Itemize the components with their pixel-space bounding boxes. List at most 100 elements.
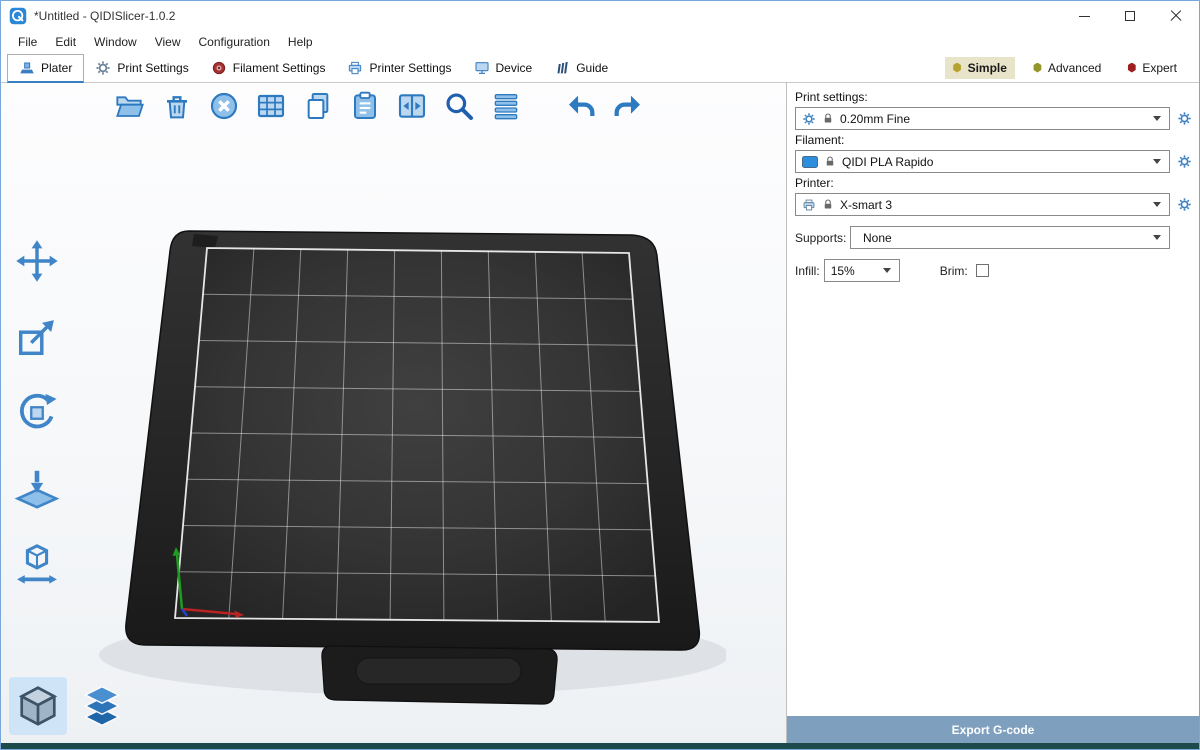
tab-plater[interactable]: Plater	[7, 54, 84, 83]
window-controls	[1061, 1, 1199, 31]
mode-simple[interactable]: Simple	[945, 57, 1015, 79]
brim-checkbox[interactable]	[976, 264, 989, 277]
menu-help[interactable]: Help	[279, 32, 322, 52]
move-gizmo-button[interactable]	[11, 235, 63, 287]
app-logo-icon	[9, 7, 27, 25]
maximize-button[interactable]	[1107, 1, 1153, 31]
export-gcode-button[interactable]: Export G-code	[787, 716, 1199, 743]
tab-label: Guide	[576, 61, 608, 75]
mode-switcher: Simple Advanced Expert	[945, 57, 1193, 79]
view-switcher	[9, 677, 131, 735]
gear-icon	[802, 112, 816, 126]
chevron-down-icon	[1153, 235, 1161, 240]
window-title: *Untitled - QIDISlicer-1.0.2	[34, 9, 175, 23]
place-on-face-button[interactable]	[11, 463, 63, 515]
print-settings-gear-button[interactable]	[1175, 109, 1193, 129]
tab-guide[interactable]: Guide	[543, 54, 619, 82]
guide-icon	[554, 60, 570, 76]
view-3d-editor-button[interactable]	[9, 677, 67, 735]
arrange-button[interactable]	[254, 89, 288, 123]
viewport-toolbar	[113, 89, 645, 123]
print-settings-combo[interactable]: 0.20mm Fine	[795, 107, 1170, 130]
printer-gear-button[interactable]	[1175, 195, 1193, 215]
layers-lines-icon	[490, 90, 522, 122]
menu-edit[interactable]: Edit	[46, 32, 85, 52]
mode-advanced[interactable]: Advanced	[1025, 57, 1109, 79]
tab-label: Printer Settings	[369, 61, 451, 75]
filament-label: Filament:	[795, 133, 1193, 147]
minimize-icon	[1079, 16, 1090, 17]
view-preview-button[interactable]	[73, 677, 131, 735]
lock-icon	[822, 198, 834, 211]
flatten-face-icon	[14, 466, 60, 512]
menu-window[interactable]: Window	[85, 32, 146, 52]
rotate-gizmo-button[interactable]	[11, 387, 63, 439]
menu-file[interactable]: File	[9, 32, 46, 52]
settings-sidebar: Print settings: 0.20mm Fine Filament:	[787, 83, 1199, 743]
3d-viewport[interactable]	[1, 83, 787, 743]
mode-dot-icon	[1127, 63, 1136, 73]
menu-view[interactable]: View	[146, 32, 190, 52]
split-objects-button[interactable]	[395, 89, 429, 123]
scale-arrow-icon	[14, 314, 60, 360]
paste-icon	[349, 90, 381, 122]
tab-print-settings[interactable]: Print Settings	[84, 54, 199, 82]
titlebar: *Untitled - QIDISlicer-1.0.2	[1, 1, 1199, 31]
undo-button[interactable]	[564, 89, 598, 123]
chevron-down-icon	[1153, 116, 1161, 121]
open-project-button[interactable]	[113, 89, 147, 123]
redo-button[interactable]	[611, 89, 645, 123]
status-bar	[1, 743, 1199, 749]
gear-icon	[1177, 197, 1192, 212]
mode-expert[interactable]: Expert	[1119, 57, 1185, 79]
tab-label: Filament Settings	[233, 61, 326, 75]
search-button[interactable]	[442, 89, 476, 123]
filament-value: QIDI PLA Rapido	[842, 155, 933, 169]
printer-combo[interactable]: X-smart 3	[795, 193, 1170, 216]
paste-button[interactable]	[348, 89, 382, 123]
scale-to-fit-button[interactable]	[11, 539, 63, 591]
filament-spool-icon	[211, 60, 227, 76]
copy-icon	[302, 90, 334, 122]
minimize-button[interactable]	[1061, 1, 1107, 31]
maximize-icon	[1125, 11, 1135, 21]
tab-printer-settings[interactable]: Printer Settings	[336, 54, 462, 82]
mode-label: Simple	[968, 61, 1007, 75]
circle-x-icon	[208, 90, 240, 122]
print-bed	[86, 203, 726, 723]
menubar: File Edit Window View Configuration Help	[1, 31, 1199, 53]
tabbar: Plater Print Settings Filament Settings …	[1, 53, 1199, 83]
rotate-circular-icon	[14, 390, 60, 436]
infill-combo[interactable]: 15%	[824, 259, 900, 282]
tab-label: Plater	[41, 61, 72, 75]
split-window-icon	[396, 90, 428, 122]
device-monitor-icon	[474, 60, 490, 76]
app-window: *Untitled - QIDISlicer-1.0.2 File Edit W…	[0, 0, 1200, 750]
delete-all-button[interactable]	[207, 89, 241, 123]
close-icon	[1170, 10, 1182, 22]
filament-gear-button[interactable]	[1175, 152, 1193, 172]
gear-icon	[1177, 154, 1192, 169]
chevron-down-icon	[1153, 159, 1161, 164]
tab-filament-settings[interactable]: Filament Settings	[200, 54, 337, 82]
variable-layer-height-button[interactable]	[489, 89, 523, 123]
printer-label: Printer:	[795, 176, 1193, 190]
redo-arrow-icon	[612, 90, 644, 122]
cube-width-icon	[14, 542, 60, 588]
delete-button[interactable]	[160, 89, 194, 123]
lock-icon	[824, 155, 836, 168]
print-settings-gear-icon	[95, 60, 111, 76]
scale-gizmo-button[interactable]	[11, 311, 63, 363]
trash-icon	[161, 90, 193, 122]
supports-combo[interactable]: None	[850, 226, 1170, 249]
tab-label: Device	[496, 61, 533, 75]
menu-configuration[interactable]: Configuration	[190, 32, 279, 52]
gizmo-toolbar	[11, 235, 63, 591]
plater-icon	[19, 60, 35, 76]
close-button[interactable]	[1153, 1, 1199, 31]
filament-combo[interactable]: QIDI PLA Rapido	[795, 150, 1170, 173]
search-icon	[443, 90, 475, 122]
copy-button[interactable]	[301, 89, 335, 123]
tab-device[interactable]: Device	[463, 54, 544, 82]
undo-arrow-icon	[565, 90, 597, 122]
